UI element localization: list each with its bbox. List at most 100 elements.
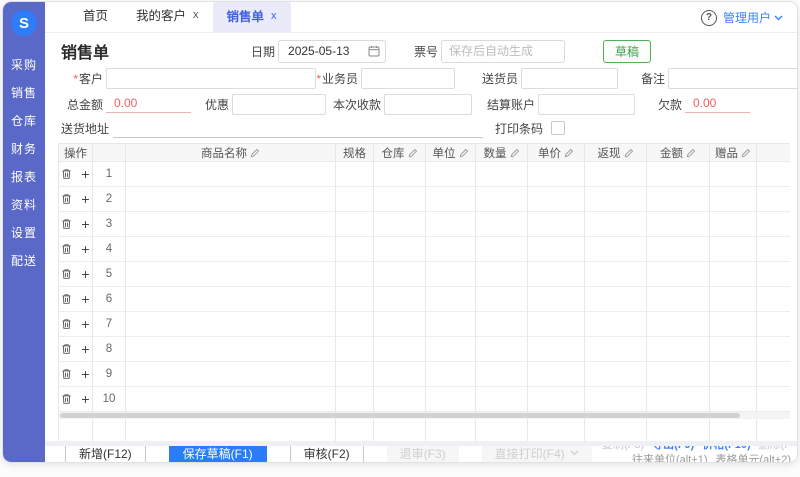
help-icon[interactable]: ? bbox=[701, 10, 717, 26]
cell-商品名称[interactable] bbox=[126, 237, 336, 262]
cell-金额[interactable] bbox=[647, 337, 710, 362]
add-row-icon[interactable]: + bbox=[81, 294, 89, 304]
sidebar-item-7[interactable]: 设置 bbox=[11, 226, 37, 241]
delete-row-icon[interactable] bbox=[61, 168, 72, 180]
delete-row-icon[interactable] bbox=[61, 393, 72, 405]
salesman-input[interactable] bbox=[361, 68, 455, 89]
cell-商品名称[interactable] bbox=[126, 162, 336, 187]
cell-单价[interactable] bbox=[528, 337, 585, 362]
cell-赠品[interactable] bbox=[710, 162, 757, 187]
edit-icon[interactable] bbox=[408, 148, 418, 158]
cell-返现[interactable] bbox=[585, 362, 647, 387]
delete-row-icon[interactable] bbox=[61, 343, 72, 355]
cell-赠品[interactable] bbox=[710, 362, 757, 387]
cell-仓库[interactable] bbox=[374, 419, 426, 441]
cell-商品名称[interactable] bbox=[126, 262, 336, 287]
cell-赠品[interactable] bbox=[710, 287, 757, 312]
cell-数量[interactable] bbox=[476, 187, 528, 212]
cell-商品名称[interactable] bbox=[126, 312, 336, 337]
cell-备注[interactable] bbox=[757, 187, 790, 212]
cell-单位[interactable] bbox=[426, 237, 476, 262]
cell-赠品[interactable] bbox=[710, 237, 757, 262]
cell-规格[interactable] bbox=[336, 212, 374, 237]
cell-规格[interactable] bbox=[336, 337, 374, 362]
cell-赠品[interactable] bbox=[710, 212, 757, 237]
cell-数量[interactable] bbox=[476, 237, 528, 262]
cell-返现[interactable] bbox=[585, 287, 647, 312]
cell-返现[interactable] bbox=[585, 237, 647, 262]
footer-link[interactable]: 导出(F9) bbox=[652, 446, 694, 451]
cell-单位[interactable] bbox=[426, 312, 476, 337]
cell-规格[interactable] bbox=[336, 419, 374, 441]
cell-返现[interactable] bbox=[585, 419, 647, 441]
address-input[interactable] bbox=[113, 118, 483, 138]
cell-返现[interactable] bbox=[585, 212, 647, 237]
cell-单位[interactable] bbox=[426, 387, 476, 412]
tab-1[interactable]: 首页 bbox=[69, 1, 122, 32]
account-input[interactable] bbox=[538, 94, 635, 115]
edit-icon[interactable] bbox=[459, 148, 469, 158]
cell-单位[interactable] bbox=[426, 262, 476, 287]
date-input[interactable]: 2025-05-13 bbox=[278, 40, 386, 63]
cell-单价[interactable] bbox=[528, 419, 585, 441]
cell-单位[interactable] bbox=[426, 337, 476, 362]
add-row-icon[interactable]: + bbox=[81, 344, 89, 354]
footer-button-1[interactable]: 新增(F12) bbox=[65, 446, 146, 462]
cell-返现[interactable] bbox=[585, 162, 647, 187]
cell-返现[interactable] bbox=[585, 387, 647, 412]
cell-规格[interactable] bbox=[336, 237, 374, 262]
delete-row-icon[interactable] bbox=[61, 293, 72, 305]
cell-规格[interactable] bbox=[336, 287, 374, 312]
edit-icon[interactable] bbox=[686, 148, 696, 158]
cell-单价[interactable] bbox=[528, 162, 585, 187]
add-row-icon[interactable]: + bbox=[81, 319, 89, 329]
cell-返现[interactable] bbox=[585, 187, 647, 212]
cell-赠品[interactable] bbox=[710, 312, 757, 337]
cell-规格[interactable] bbox=[336, 362, 374, 387]
edit-icon[interactable] bbox=[564, 148, 574, 158]
add-row-icon[interactable]: + bbox=[81, 369, 89, 379]
scrollbar-thumb[interactable] bbox=[60, 413, 740, 418]
cell-商品名称[interactable] bbox=[126, 287, 336, 312]
customer-input[interactable] bbox=[106, 68, 316, 89]
cell-数量[interactable] bbox=[476, 387, 528, 412]
cell-单价[interactable] bbox=[528, 362, 585, 387]
delete-row-icon[interactable] bbox=[61, 218, 72, 230]
tab-close-icon[interactable]: x bbox=[271, 10, 277, 22]
cell-仓库[interactable] bbox=[374, 337, 426, 362]
cell-数量[interactable] bbox=[476, 419, 528, 441]
footer-link[interactable]: 价格(F10) bbox=[702, 446, 750, 451]
add-row-icon[interactable]: + bbox=[81, 394, 89, 404]
cell-单价[interactable] bbox=[528, 312, 585, 337]
edit-icon[interactable] bbox=[624, 148, 634, 158]
cell-赠品[interactable] bbox=[710, 387, 757, 412]
user-menu[interactable]: 管理用户 bbox=[723, 9, 783, 26]
discount-input[interactable] bbox=[232, 94, 326, 115]
cell-备注[interactable] bbox=[757, 387, 790, 412]
cell-商品名称[interactable] bbox=[126, 212, 336, 237]
cell-数量[interactable] bbox=[476, 212, 528, 237]
cell-备注[interactable] bbox=[757, 312, 790, 337]
cell-备注[interactable] bbox=[757, 212, 790, 237]
cell-商品名称[interactable] bbox=[126, 387, 336, 412]
cell-商品名称[interactable] bbox=[126, 187, 336, 212]
footer-link[interactable]: 表格单元(alt+2) bbox=[716, 454, 792, 462]
delete-row-icon[interactable] bbox=[61, 318, 72, 330]
add-row-icon[interactable]: + bbox=[81, 219, 89, 229]
cell-返现[interactable] bbox=[585, 337, 647, 362]
cell-商品名称[interactable] bbox=[126, 419, 336, 441]
cell-仓库[interactable] bbox=[374, 312, 426, 337]
cell-单价[interactable] bbox=[528, 287, 585, 312]
cell-数量[interactable] bbox=[476, 162, 528, 187]
cell-金额[interactable] bbox=[647, 287, 710, 312]
sidebar-item-6[interactable]: 资料 bbox=[11, 198, 37, 213]
cell-赠品[interactable] bbox=[710, 337, 757, 362]
cell-单位[interactable] bbox=[426, 419, 476, 441]
cell-规格[interactable] bbox=[336, 262, 374, 287]
cell-备注[interactable] bbox=[757, 262, 790, 287]
cell-备注[interactable] bbox=[757, 337, 790, 362]
delete-row-icon[interactable] bbox=[61, 243, 72, 255]
sidebar-item-4[interactable]: 财务 bbox=[11, 142, 37, 157]
cell-单位[interactable] bbox=[426, 187, 476, 212]
cell-金额[interactable] bbox=[647, 387, 710, 412]
